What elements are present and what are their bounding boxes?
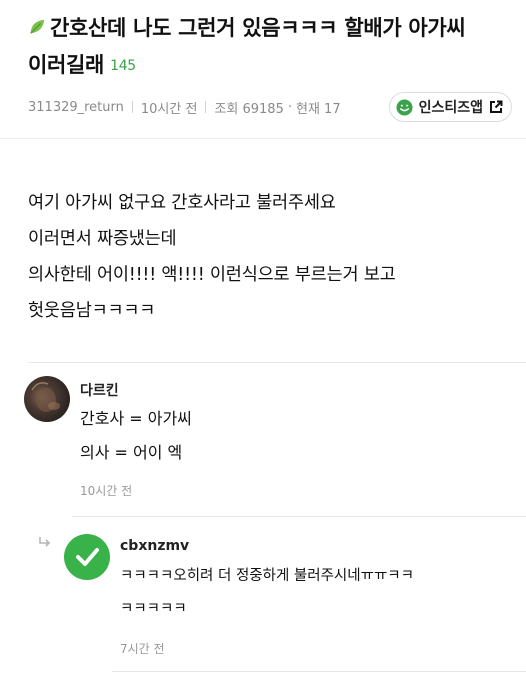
author-name[interactable]: 311329_return [28, 100, 124, 115]
body-line: 이러면서 짜증냈는데 [28, 229, 177, 249]
meta-divider [131, 101, 133, 113]
title-text-line2: 이러길래 [28, 53, 105, 77]
reply-arrow-icon [39, 537, 51, 547]
body-line: 여기 아가씨 없구요 간호사라고 불러주세요 [28, 193, 336, 213]
avatar[interactable] [64, 534, 110, 580]
comment-line: 간호사 = 아가씨 [80, 409, 192, 428]
comment-divider [72, 516, 526, 517]
instiz-app-button[interactable]: 인스티즈앱 [388, 92, 512, 122]
comment-author[interactable]: 다르킨 [80, 380, 119, 400]
post-meta: 311329_return 10시간 전 조회 69185 · 현재 17 인스… [28, 92, 512, 122]
post-body: 여기 아가씨 없구요 간호사라고 불러주세요 이러면서 짜증냈는데 의사한테 어… [28, 185, 396, 329]
leaf-icon [30, 19, 45, 34]
comment-author[interactable]: cbxnzmv [120, 538, 189, 554]
current-viewers: 현재 17 [296, 101, 341, 117]
comment-body: ㅋㅋㅋㅋ오히려 더 정중하게 불러주시네ㅠㅠㅋㅋ ㅋㅋㅋㅋㅋ [120, 560, 414, 626]
post-time: 10시간 전 [140, 101, 198, 117]
comment-count[interactable]: 145 [110, 58, 136, 74]
meta-divider [205, 101, 207, 113]
comment-divider [28, 362, 526, 363]
comment-line: 의사 = 어이 엑 [80, 443, 183, 462]
header-divider [0, 138, 526, 139]
smile-icon [396, 98, 413, 116]
avatar-image [31, 382, 60, 412]
comment-line: ㅋㅋㅋㅋㅋ [120, 601, 187, 617]
check-icon [76, 548, 99, 566]
body-line: 헛웃음남ㅋㅋㅋㅋ [28, 301, 156, 321]
comment-divider [112, 671, 526, 672]
view-count: 조회 69185 [214, 101, 284, 117]
comment-line: ㅋㅋㅋㅋ오히려 더 정중하게 불러주시네ㅠㅠㅋㅋ [120, 568, 414, 584]
post-title: 간호산데 나도 그런거 있음ㅋㅋㅋ 할배가 아가씨 이러길래 145 [28, 10, 508, 85]
external-link-icon [490, 100, 503, 113]
instiz-app-label: 인스티즈앱 [418, 100, 483, 116]
avatar[interactable] [24, 376, 70, 422]
comment-time: 7시간 전 [120, 642, 165, 656]
comment-body: 간호사 = 아가씨 의사 = 어이 엑 [80, 402, 192, 470]
title-text-line1: 간호산데 나도 그런거 있음ㅋㅋㅋ 할배가 아가씨 [50, 16, 466, 40]
comment-time: 10시간 전 [80, 484, 133, 498]
meta-dot: · [287, 99, 292, 115]
body-line: 의사한테 어이!!!! 액!!!! 이런식으로 부르는거 보고 [28, 265, 396, 285]
